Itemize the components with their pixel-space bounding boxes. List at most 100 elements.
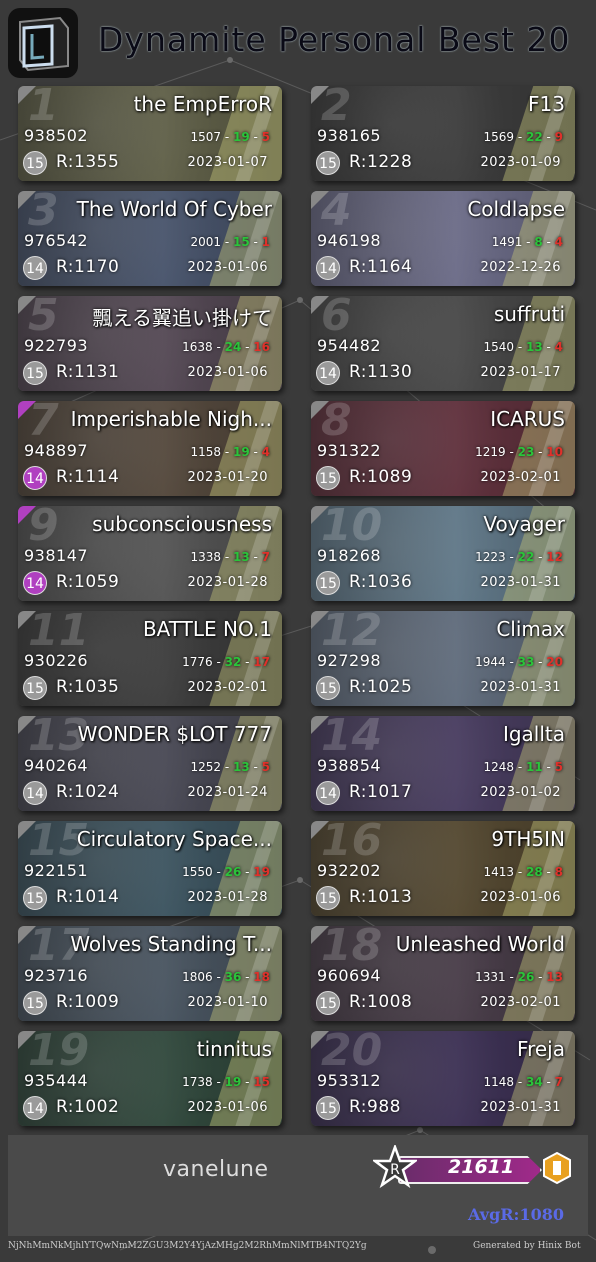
judge-counts: 1338 - 13 - 7 [190,550,270,564]
score: 918268 [317,546,382,565]
play-date: 2022-12-26 [480,260,561,275]
good-count: 19 [224,1075,242,1089]
score: 946198 [317,231,382,250]
miss-count: 10 [546,445,563,459]
miss-count: 20 [546,655,563,669]
perfect-count: 1776 [182,655,213,669]
judge-counts: 1158 - 19 - 4 [190,445,270,459]
score: 930226 [24,651,89,670]
perfect-count: 1550 [182,865,213,879]
play-date: 2023-01-31 [480,680,561,695]
good-count: 28 [525,865,543,879]
miss-count: 18 [253,970,270,984]
good-count: 23 [517,445,535,459]
rank-number: 2 [321,86,352,131]
miss-count: 7 [261,550,270,564]
play-date: 2023-01-06 [480,890,561,905]
song-rating: R:1008 [349,992,413,1012]
rank-number: 6 [321,296,352,341]
song-title: The World Of Cyber [76,197,272,221]
judge-counts: 1540 - 13 - 4 [483,340,563,354]
song-rating: R:1089 [349,467,413,487]
song-rating: R:1002 [56,1097,120,1117]
song-rating: R:1014 [56,887,120,907]
judge-counts: 1219 - 23 - 10 [475,445,563,459]
song-rating: R:1025 [349,677,413,697]
song-rating: R:1013 [349,887,413,907]
play-date: 2023-01-28 [187,890,268,905]
level-badge: 15 [316,991,340,1015]
song-card: 11 BATTLE NO.1 930226 1776 - 32 - 17 15 … [18,611,282,706]
score: 948897 [24,441,89,460]
perfect-count: 1219 [475,445,506,459]
score: 935444 [24,1071,89,1090]
play-date: 2023-01-17 [480,365,561,380]
level-badge: 15 [316,676,340,700]
level-badge: 15 [23,991,47,1015]
level-badge: 15 [316,1096,340,1120]
judge-counts: 2001 - 15 - 1 [190,235,270,249]
perfect-count: 1540 [483,340,514,354]
level-badge: 15 [316,571,340,595]
song-title: Climax [496,617,565,641]
level-badge: 14 [316,781,340,805]
score: 960694 [317,966,382,985]
miss-count: 4 [261,445,270,459]
good-count: 19 [232,445,250,459]
perfect-count: 1252 [190,760,221,774]
play-date: 2023-02-01 [480,470,561,485]
generated-by: Generated by Hinix Bot [473,1241,581,1251]
judge-counts: 1806 - 36 - 18 [182,970,270,984]
perfect-count: 1413 [483,865,514,879]
perfect-count: 1806 [182,970,213,984]
play-date: 2023-01-31 [480,1100,561,1115]
good-count: 36 [224,970,242,984]
score: 931322 [317,441,382,460]
good-count: 26 [517,970,535,984]
perfect-count: 1491 [491,235,523,249]
level-badge: 14 [316,256,340,280]
perfect-count: 1944 [475,655,506,669]
score: 923716 [24,966,89,985]
song-card: 9 subconsciousness 938147 1338 - 13 - 7 … [18,506,282,601]
miss-count: 5 [554,760,563,774]
song-title: F13 [528,92,565,116]
song-title: the EmpErroR [133,92,272,116]
judge-counts: 1944 - 33 - 20 [475,655,563,669]
judge-counts: 1248 - 11 - 5 [483,760,563,774]
judge-counts: 1550 - 26 - 19 [182,865,270,879]
miss-count: 8 [554,865,563,879]
miss-count: 9 [554,130,563,144]
perfect-count: 1158 [190,445,221,459]
rank-number: 5 [28,296,59,341]
song-card: 5 飄える翼追い掛けて 922793 1638 - 24 - 16 15 R:1… [18,296,282,391]
level-badge: 14 [23,571,47,595]
song-card: 8 ICARUS 931322 1219 - 23 - 10 15 R:1089… [311,401,575,496]
miss-count: 16 [253,340,270,354]
rank-number: 9 [28,506,59,551]
page-title: Dynamite Personal Best 20 [98,20,571,59]
song-card: 4 Coldlapse 946198 1491 - 8 - 4 14 R:116… [311,191,575,286]
rank-number: 3 [28,191,59,236]
miss-count: 4 [554,340,563,354]
song-card: 7 Imperishable Nigh... 948897 1158 - 19 … [18,401,282,496]
song-title: WONDER $LOT 777 [77,722,272,746]
play-date: 2023-01-07 [187,155,268,170]
level-badge: 15 [23,676,47,700]
perfect-count: 1148 [483,1075,514,1089]
level-badge: 14 [23,256,47,280]
app-logo [8,8,78,78]
rank-number: 4 [321,191,352,236]
miss-count: 17 [253,655,270,669]
level-badge: 14 [23,1096,47,1120]
song-rating: R:1170 [56,257,120,277]
average-rating: AvgR:1080 [468,1205,564,1224]
song-title: Freja [517,1037,565,1061]
song-rating: R:988 [349,1097,401,1117]
song-card: 6 suffruti 954482 1540 - 13 - 4 14 R:113… [311,296,575,391]
song-card: 12 Climax 927298 1944 - 33 - 20 15 R:102… [311,611,575,706]
judge-counts: 1776 - 32 - 17 [182,655,270,669]
song-card: 15 Circulatory Space... 922151 1550 - 26… [18,821,282,916]
song-rating: R:1024 [56,782,120,802]
judge-counts: 1413 - 28 - 8 [483,865,563,879]
